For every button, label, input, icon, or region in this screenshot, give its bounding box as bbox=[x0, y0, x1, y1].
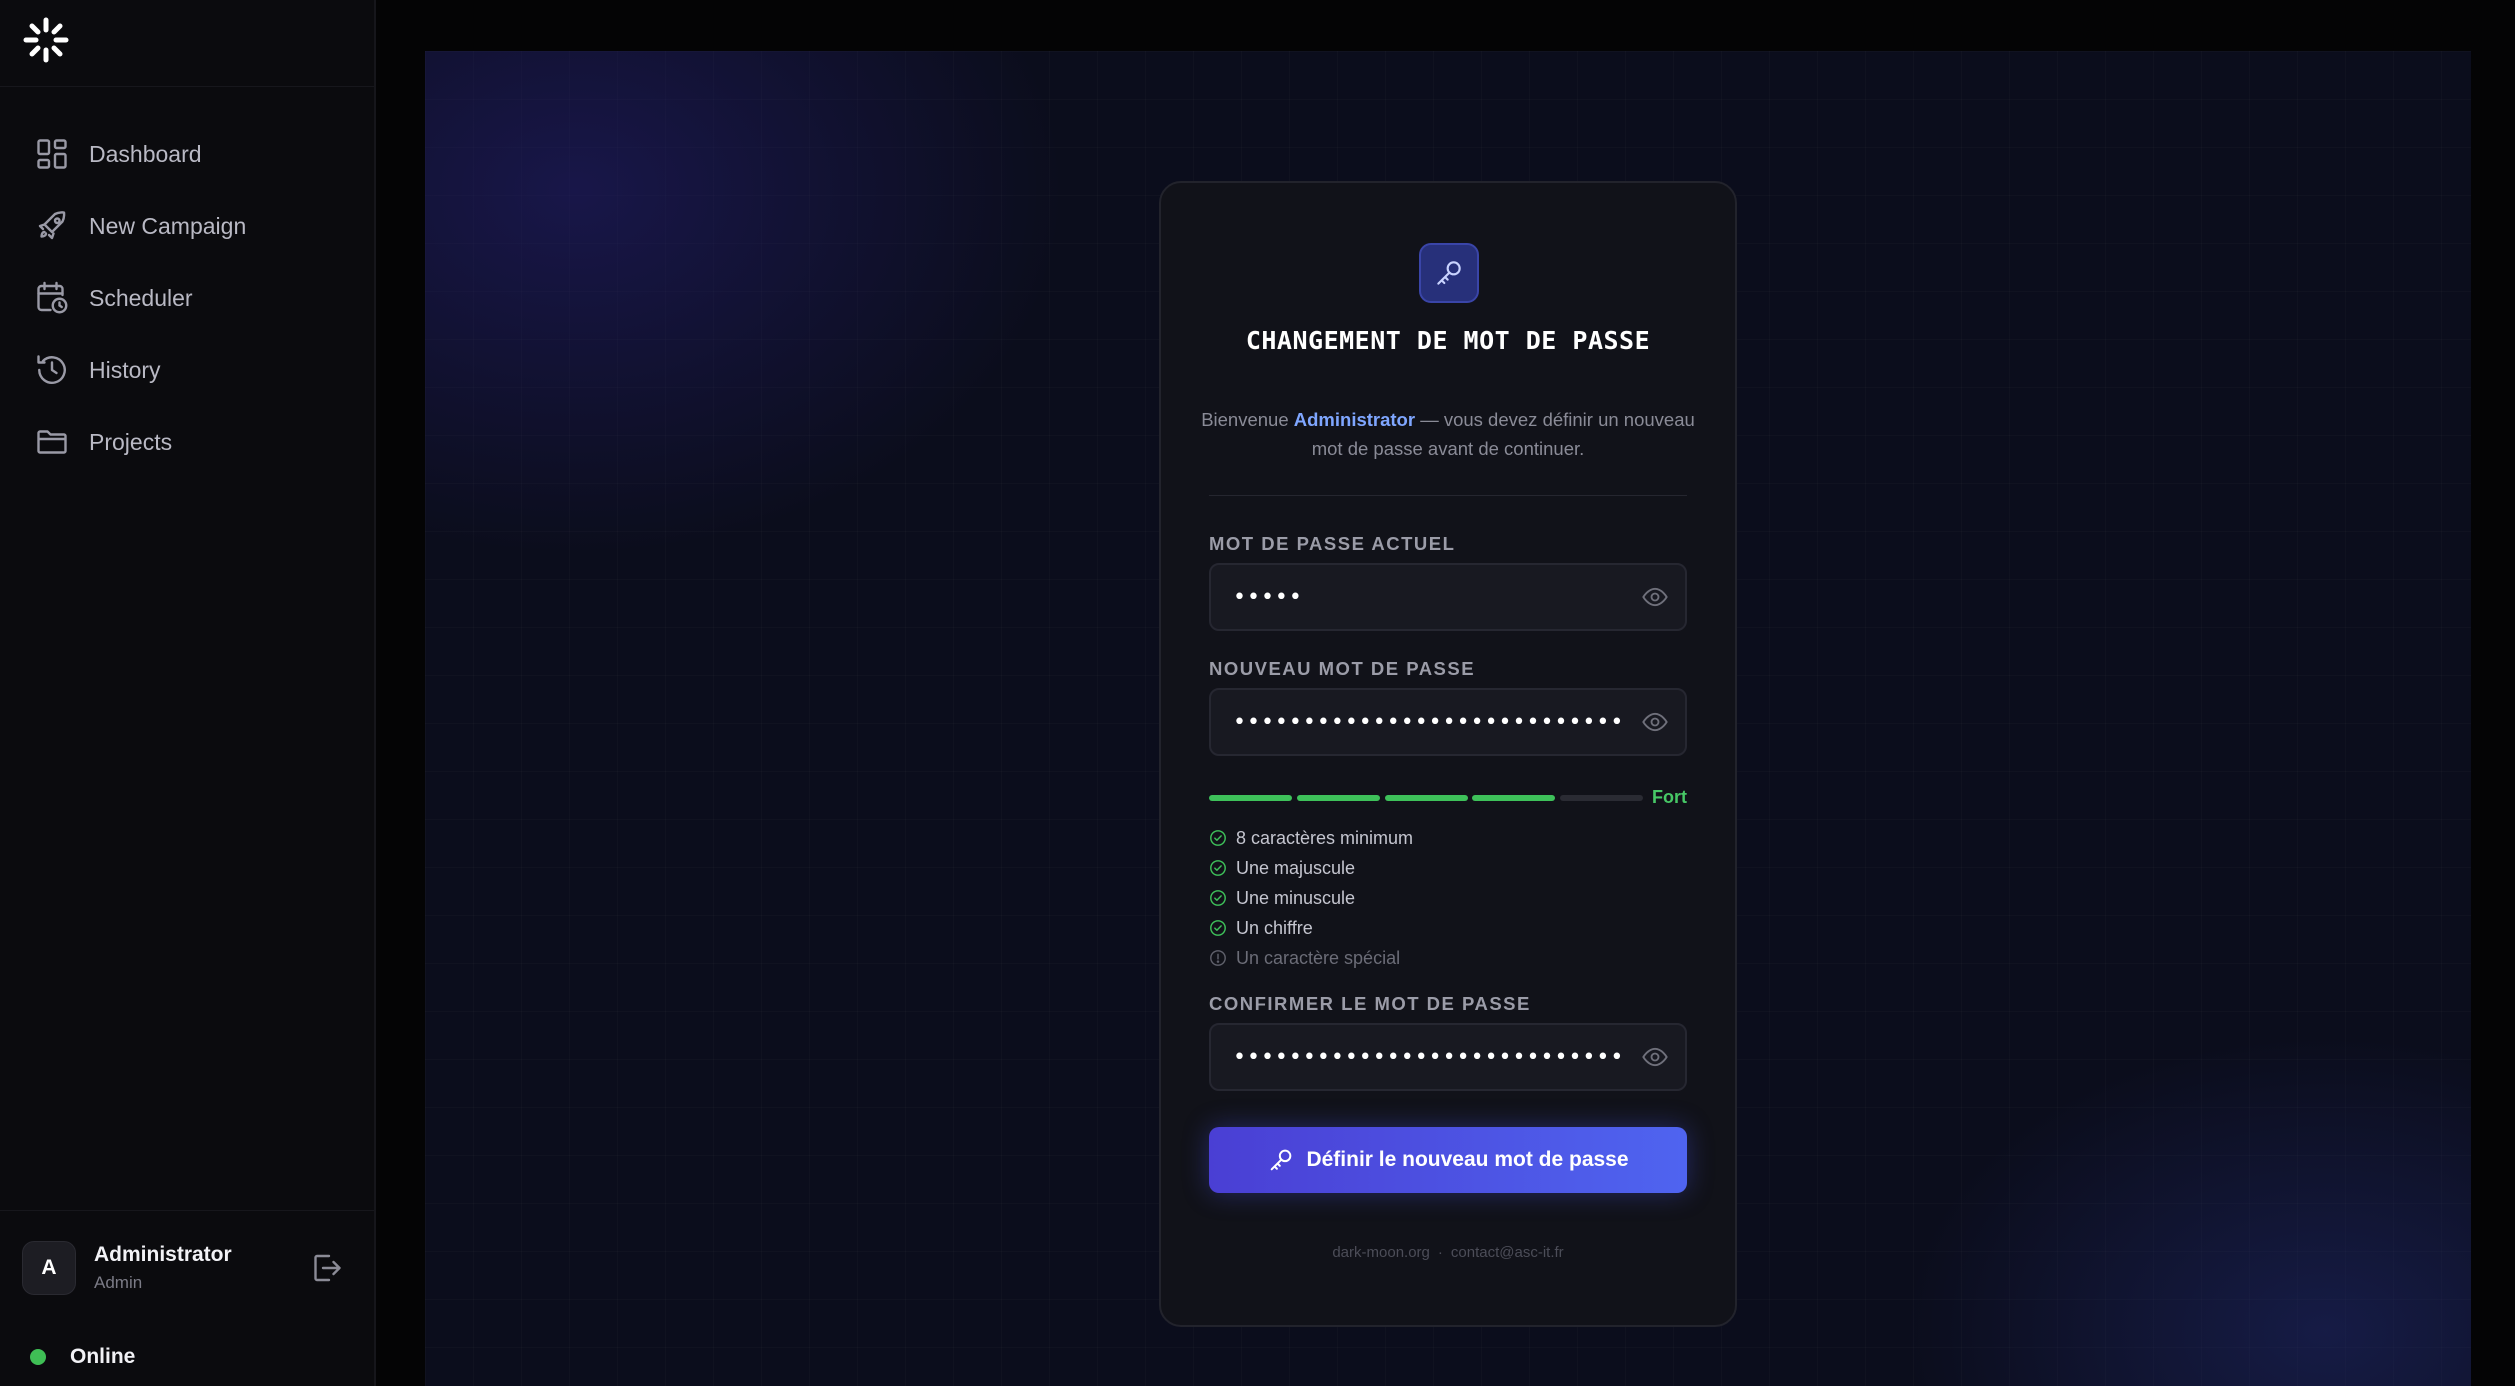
password-strength-meter: Fort bbox=[1209, 787, 1687, 809]
welcome-prefix: Bienvenue bbox=[1201, 409, 1289, 430]
requirement-text: Un chiffre bbox=[1236, 917, 1313, 938]
key-badge bbox=[1419, 243, 1479, 303]
folder-icon bbox=[37, 430, 67, 454]
logout-icon[interactable] bbox=[308, 1250, 344, 1286]
new-password-label: NOUVEAU MOT DE PASSE bbox=[1209, 658, 1476, 679]
logo-divider bbox=[0, 86, 374, 87]
sidebar-item-new-campaign[interactable]: New Campaign bbox=[0, 190, 374, 262]
password-requirements: 8 caractères minimum Une majuscule Une m… bbox=[1209, 823, 1687, 973]
current-password-input[interactable] bbox=[1233, 565, 1633, 629]
strength-label: Fort bbox=[1652, 787, 1687, 807]
set-password-button[interactable]: Définir le nouveau mot de passe bbox=[1209, 1127, 1687, 1193]
password-change-card: CHANGEMENT DE MOT DE PASSE Bienvenue Adm… bbox=[1159, 181, 1737, 1327]
current-password-field bbox=[1209, 563, 1687, 631]
check-circle-icon bbox=[1210, 860, 1226, 876]
status-label: Online bbox=[70, 1345, 136, 1368]
requirement-item: Une majuscule bbox=[1209, 853, 1687, 883]
requirement-item: 8 caractères minimum bbox=[1209, 823, 1687, 853]
user-role: Admin bbox=[94, 1273, 143, 1292]
spark-burst-icon[interactable] bbox=[22, 16, 70, 64]
rocket-icon bbox=[38, 211, 66, 240]
new-password-field bbox=[1209, 688, 1687, 756]
welcome-message: Bienvenue Administrator — vous devez déf… bbox=[1201, 405, 1695, 463]
avatar[interactable]: A bbox=[22, 1241, 76, 1295]
current-password-label: MOT DE PASSE ACTUEL bbox=[1209, 533, 1456, 554]
status-dot bbox=[30, 1349, 46, 1365]
sidebar-item-label: History bbox=[89, 356, 161, 383]
requirement-text: Une minuscule bbox=[1236, 887, 1356, 908]
strength-segment bbox=[1385, 795, 1468, 801]
footer-email-link[interactable]: contact@asc-it.fr bbox=[1451, 1244, 1564, 1261]
sidebar-item-history[interactable]: History bbox=[0, 334, 374, 406]
requirement-text: 8 caractères minimum bbox=[1236, 827, 1414, 848]
check-circle-icon bbox=[1210, 890, 1226, 906]
check-circle-icon bbox=[1210, 920, 1226, 936]
user-profile: A Administrator Admin bbox=[22, 1240, 352, 1296]
user-divider bbox=[0, 1210, 374, 1211]
confirm-password-input[interactable] bbox=[1233, 1025, 1633, 1089]
confirm-password-field bbox=[1209, 1023, 1687, 1091]
eye-icon[interactable] bbox=[1641, 709, 1669, 735]
new-password-input[interactable] bbox=[1233, 690, 1633, 754]
card-footer: dark-moon.org · contact@asc-it.fr bbox=[1161, 1244, 1735, 1261]
strength-segment bbox=[1560, 795, 1643, 801]
dashboard-grid-icon bbox=[37, 139, 67, 169]
user-name: Administrator bbox=[94, 1243, 232, 1266]
requirement-text: Une majuscule bbox=[1236, 857, 1356, 878]
user-info: Administrator Admin bbox=[94, 1243, 308, 1293]
requirement-item: Un caractère spécial bbox=[1209, 943, 1687, 973]
sidebar-item-scheduler[interactable]: Scheduler bbox=[0, 262, 374, 334]
requirement-item: Une minuscule bbox=[1209, 883, 1687, 913]
strength-segment bbox=[1209, 795, 1292, 801]
strength-segment bbox=[1472, 795, 1555, 801]
info-circle-icon bbox=[1210, 950, 1226, 966]
page-title: CHANGEMENT DE MOT DE PASSE bbox=[1245, 326, 1651, 355]
connection-status: Online bbox=[30, 1345, 135, 1369]
set-password-label: Définir le nouveau mot de passe bbox=[1306, 1148, 1629, 1171]
welcome-user: Administrator bbox=[1293, 409, 1416, 430]
sidebar-item-label: New Campaign bbox=[89, 212, 247, 239]
history-icon bbox=[37, 355, 66, 384]
calendar-clock-icon bbox=[37, 281, 68, 314]
key-icon bbox=[1271, 1149, 1292, 1171]
footer-separator: · bbox=[1437, 1244, 1443, 1261]
confirm-password-label: CONFIRMER LE MOT DE PASSE bbox=[1209, 993, 1531, 1014]
requirement-item: Un chiffre bbox=[1209, 913, 1687, 943]
eye-icon[interactable] bbox=[1641, 1044, 1669, 1070]
requirement-text: Un caractère spécial bbox=[1236, 947, 1401, 968]
card-divider bbox=[1209, 495, 1687, 496]
sidebar-item-label: Dashboard bbox=[89, 140, 202, 167]
eye-icon[interactable] bbox=[1641, 584, 1669, 610]
sidebar-nav: Dashboard New Campaign Scheduler History… bbox=[0, 118, 374, 478]
footer-site-link[interactable]: dark-moon.org bbox=[1332, 1244, 1430, 1261]
sidebar-item-label: Scheduler bbox=[89, 284, 193, 311]
check-circle-icon bbox=[1210, 830, 1226, 846]
sidebar-item-projects[interactable]: Projects bbox=[0, 406, 374, 478]
key-icon bbox=[1437, 261, 1461, 285]
sidebar-item-label: Projects bbox=[89, 428, 173, 455]
strength-segment bbox=[1297, 795, 1380, 801]
sidebar-item-dashboard[interactable]: Dashboard bbox=[0, 118, 374, 190]
sidebar: Dashboard New Campaign Scheduler History… bbox=[0, 0, 376, 1386]
